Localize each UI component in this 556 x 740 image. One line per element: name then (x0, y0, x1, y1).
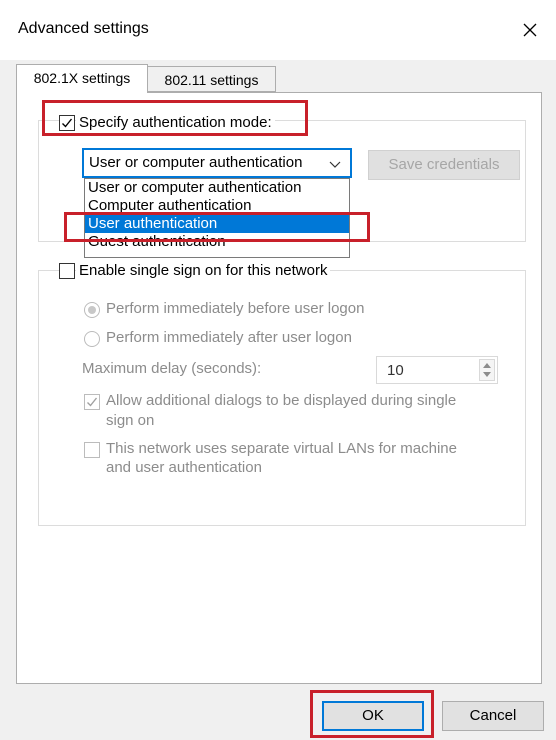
enable-sso-label: Enable single sign on for this network (76, 262, 331, 279)
close-icon (523, 23, 537, 37)
tab-8021x-settings[interactable]: 802.1X settings (16, 64, 148, 93)
tab-80211-settings[interactable]: 802.11 settings (148, 66, 276, 92)
auth-mode-dropdown[interactable]: User or computer authentication (82, 148, 352, 178)
advanced-settings-dialog: Advanced settings 802.1X settings 802.11… (0, 0, 556, 740)
specify-auth-mode-label: Specify authentication mode: (76, 114, 275, 131)
option-computer-authentication[interactable]: Computer authentication (85, 197, 349, 215)
spin-up-icon[interactable] (480, 360, 494, 370)
separate-vlans-label-line2: and user authentication (106, 459, 262, 476)
max-delay-value: 10 (387, 362, 404, 379)
specify-auth-mode-checkbox[interactable] (59, 115, 75, 131)
separate-vlans-checkbox[interactable] (84, 442, 100, 458)
auth-mode-dropdown-value: User or computer authentication (89, 154, 303, 171)
checkmark-icon (87, 397, 98, 407)
radio-before-logon-label: Perform immediately before user logon (106, 300, 365, 317)
option-user-authentication[interactable]: User authentication (85, 215, 349, 233)
cancel-button[interactable]: Cancel (442, 701, 544, 731)
checkmark-icon (62, 118, 73, 128)
enable-sso-checkbox[interactable] (59, 263, 75, 279)
max-delay-spinner[interactable]: 10 (376, 356, 498, 384)
radio-before-logon[interactable] (84, 302, 100, 318)
save-credentials-button[interactable]: Save credentials (368, 150, 520, 180)
allow-dialogs-checkbox[interactable] (84, 394, 100, 410)
allow-dialogs-label-line2: sign on (106, 412, 155, 429)
auth-mode-options-list: User or computer authentication Computer… (84, 178, 350, 258)
radio-after-logon[interactable] (84, 331, 100, 347)
chevron-down-icon (328, 154, 342, 180)
option-user-or-computer-authentication[interactable]: User or computer authentication (85, 179, 349, 197)
window-title: Advanced settings (18, 20, 149, 37)
close-button[interactable] (510, 10, 550, 50)
separate-vlans-label-line1: This network uses separate virtual LANs … (106, 440, 457, 457)
max-delay-label: Maximum delay (seconds): (82, 360, 262, 377)
option-guest-authentication[interactable]: Guest authentication (85, 233, 349, 251)
ok-button[interactable]: OK (322, 701, 424, 731)
title-bar: Advanced settings (0, 0, 556, 60)
spin-down-icon[interactable] (480, 370, 494, 380)
allow-dialogs-label-line1: Allow additional dialogs to be displayed… (106, 392, 457, 409)
spinner-buttons (479, 359, 495, 381)
radio-after-logon-label: Perform immediately after user logon (106, 329, 352, 346)
